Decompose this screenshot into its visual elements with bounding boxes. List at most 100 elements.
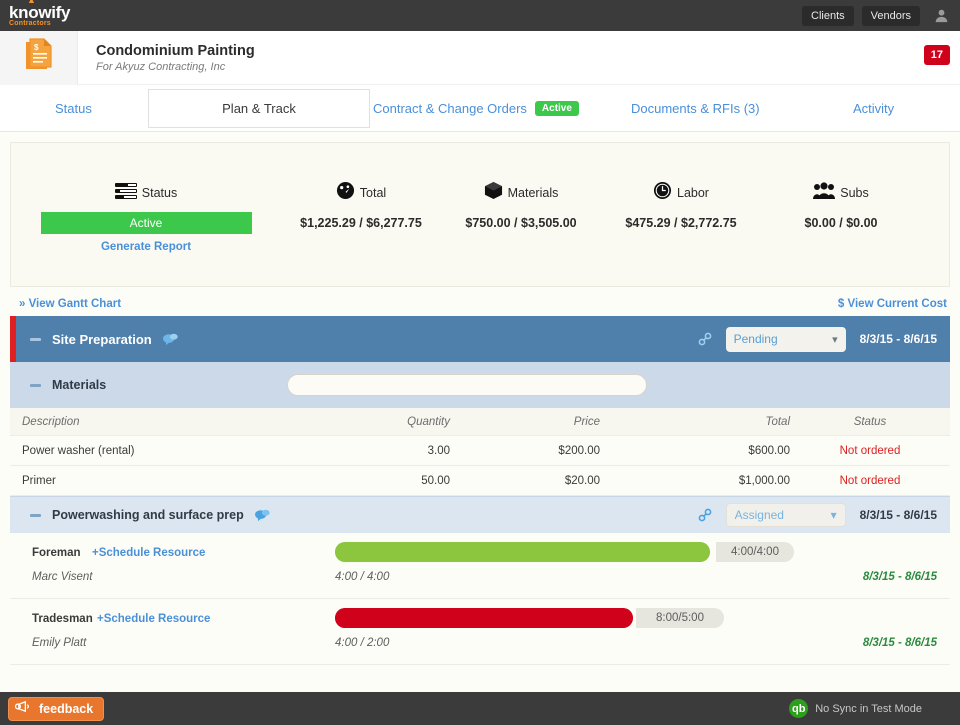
stat-labor: Labor $475.29 / $2,772.75 bbox=[601, 181, 761, 230]
resource-person: Marc Visent bbox=[32, 571, 93, 583]
progress-bar-label: 4:00/4:00 bbox=[716, 542, 794, 562]
tab-plan-track-label: Plan & Track bbox=[222, 101, 296, 116]
tab-activity-label: Activity bbox=[853, 101, 894, 116]
phase-controls: Pending ▾ 8/3/15 - 8/6/15 bbox=[698, 327, 950, 352]
page-title: Condominium Painting bbox=[96, 43, 255, 59]
column-header-total: Total bbox=[600, 416, 790, 428]
comment-icon[interactable] bbox=[255, 509, 270, 522]
task-name: Powerwashing and surface prep bbox=[52, 508, 244, 522]
project-header: $ Condominium Painting For Akyuz Contrac… bbox=[0, 31, 960, 85]
chain-link-icon[interactable] bbox=[698, 332, 712, 346]
resource-hours: 4:00 / 4:00 bbox=[335, 571, 389, 583]
column-header-status: Status bbox=[790, 416, 950, 428]
stat-status: Status Active Generate Report bbox=[11, 181, 281, 253]
notification-badge[interactable]: 17 bbox=[924, 45, 950, 65]
top-bar-actions: Clients Vendors bbox=[802, 0, 954, 31]
stat-subs-head: Subs bbox=[761, 181, 921, 205]
summary-card: Status Active Generate Report Total $1,2… bbox=[10, 142, 950, 287]
invoice-document-icon: $ bbox=[24, 38, 54, 77]
tab-contract-change-orders[interactable]: Contract & Change Orders Active bbox=[373, 85, 579, 132]
tab-contract-change-orders-label: Contract & Change Orders bbox=[373, 101, 527, 116]
sync-status-text: No Sync in Test Mode bbox=[815, 703, 922, 715]
project-title-block: Condominium Painting For Akyuz Contracti… bbox=[96, 43, 255, 73]
clients-button[interactable]: Clients bbox=[802, 6, 854, 26]
cell-total: $600.00 bbox=[600, 445, 790, 457]
task-controls: Assigned ▾ 8/3/15 - 8/6/15 bbox=[698, 503, 950, 527]
table-header-row: Description Quantity Price Total Status bbox=[10, 408, 950, 436]
status-badge: Active bbox=[535, 101, 579, 116]
task-row-powerwashing[interactable]: Powerwashing and surface prep Assigned ▾… bbox=[10, 496, 950, 533]
tab-documents-rfis[interactable]: Documents & RFIs (3) bbox=[631, 85, 760, 132]
stat-labor-label: Labor bbox=[677, 186, 709, 200]
view-gantt-chart-link[interactable]: » View Gantt Chart bbox=[19, 298, 121, 310]
progress-bar-track bbox=[335, 542, 710, 562]
table-row[interactable]: Power washer (rental) 3.00 $200.00 $600.… bbox=[10, 436, 950, 466]
phase-name: Site Preparation bbox=[52, 332, 152, 347]
stat-labor-head: Labor bbox=[601, 181, 761, 205]
stat-subs-value: $0.00 / $0.00 bbox=[761, 216, 921, 230]
people-icon bbox=[813, 182, 835, 205]
gauge-icon bbox=[336, 181, 355, 205]
materials-section-header[interactable]: Materials bbox=[10, 362, 950, 408]
resource-date-range: 8/3/15 - 8/6/15 bbox=[863, 571, 937, 583]
bottom-status-bar: feedback qb No Sync in Test Mode bbox=[0, 692, 960, 725]
project-icon-container: $ bbox=[0, 31, 78, 85]
cell-status: Not ordered bbox=[790, 445, 950, 457]
chevron-down-icon: ▾ bbox=[831, 508, 837, 522]
collapse-toggle-icon[interactable] bbox=[30, 338, 41, 341]
stat-total-value: $1,225.29 / $6,277.75 bbox=[281, 216, 441, 230]
cell-status: Not ordered bbox=[790, 475, 950, 487]
stat-materials-head: Materials bbox=[441, 181, 601, 205]
status-bars-icon bbox=[115, 183, 137, 204]
progress-bar-fill bbox=[335, 542, 710, 562]
chain-link-icon[interactable] bbox=[698, 508, 712, 522]
collapse-toggle-icon[interactable] bbox=[30, 384, 41, 387]
cell-description: Power washer (rental) bbox=[10, 445, 340, 457]
resource-row-foreman: Foreman +Schedule Resource Marc Visent 4… bbox=[10, 533, 950, 599]
stat-total: Total $1,225.29 / $6,277.75 bbox=[281, 181, 441, 230]
clock-icon bbox=[653, 181, 672, 205]
quickbooks-sync-status: qb No Sync in Test Mode bbox=[789, 699, 922, 718]
tab-bar: Status Plan & Track Contract & Change Or… bbox=[0, 85, 960, 132]
crown-icon: ▲ bbox=[27, 0, 36, 5]
tab-plan-track[interactable]: Plan & Track bbox=[148, 89, 370, 128]
feedback-button[interactable]: feedback bbox=[8, 697, 104, 721]
logo-wordmark: knowify bbox=[9, 3, 70, 22]
summary-section: Status Active Generate Report Total $1,2… bbox=[0, 132, 960, 287]
table-row[interactable]: Primer 50.00 $20.00 $1,000.00 Not ordere… bbox=[10, 466, 950, 496]
view-current-cost-link[interactable]: $ View Current Cost bbox=[838, 298, 947, 310]
cell-price: $200.00 bbox=[450, 445, 600, 457]
cell-total: $1,000.00 bbox=[600, 475, 790, 487]
feedback-label: feedback bbox=[39, 702, 93, 716]
cell-description: Primer bbox=[10, 475, 340, 487]
tab-documents-rfis-label: Documents & RFIs (3) bbox=[631, 101, 760, 116]
schedule-resource-link[interactable]: +Schedule Resource bbox=[97, 613, 210, 625]
cell-price: $20.00 bbox=[450, 475, 600, 487]
column-header-description: Description bbox=[10, 416, 340, 428]
schedule-resource-link[interactable]: +Schedule Resource bbox=[92, 547, 205, 559]
user-icon[interactable] bbox=[928, 8, 954, 23]
vendors-button[interactable]: Vendors bbox=[862, 6, 920, 26]
quickbooks-icon: qb bbox=[789, 699, 808, 718]
svg-text:$: $ bbox=[34, 43, 39, 52]
tab-status[interactable]: Status bbox=[55, 85, 92, 132]
knowify-logo[interactable]: knowify ▲ Contractors bbox=[9, 4, 70, 27]
tab-activity[interactable]: Activity bbox=[853, 85, 894, 132]
materials-section-label: Materials bbox=[52, 378, 106, 392]
phase-row-site-preparation[interactable]: Site Preparation Pending ▾ 8/3/15 - 8/6/… bbox=[10, 316, 950, 362]
task-status-select[interactable]: Assigned ▾ bbox=[726, 503, 846, 527]
task-date-range: 8/3/15 - 8/6/15 bbox=[860, 508, 937, 522]
stat-materials-label: Materials bbox=[508, 186, 559, 200]
materials-search-input[interactable] bbox=[287, 374, 647, 396]
megaphone-icon bbox=[15, 700, 32, 718]
column-header-quantity: Quantity bbox=[340, 416, 450, 428]
stat-materials-value: $750.00 / $3,505.00 bbox=[441, 216, 601, 230]
collapse-toggle-icon[interactable] bbox=[30, 514, 41, 517]
column-header-price: Price bbox=[450, 416, 600, 428]
phase-status-select[interactable]: Pending ▾ bbox=[726, 327, 846, 352]
cell-quantity: 3.00 bbox=[340, 445, 450, 457]
stat-status-label: Status bbox=[142, 186, 177, 200]
generate-report-link[interactable]: Generate Report bbox=[11, 241, 281, 253]
box-icon bbox=[484, 181, 503, 205]
comment-icon[interactable] bbox=[163, 333, 178, 346]
